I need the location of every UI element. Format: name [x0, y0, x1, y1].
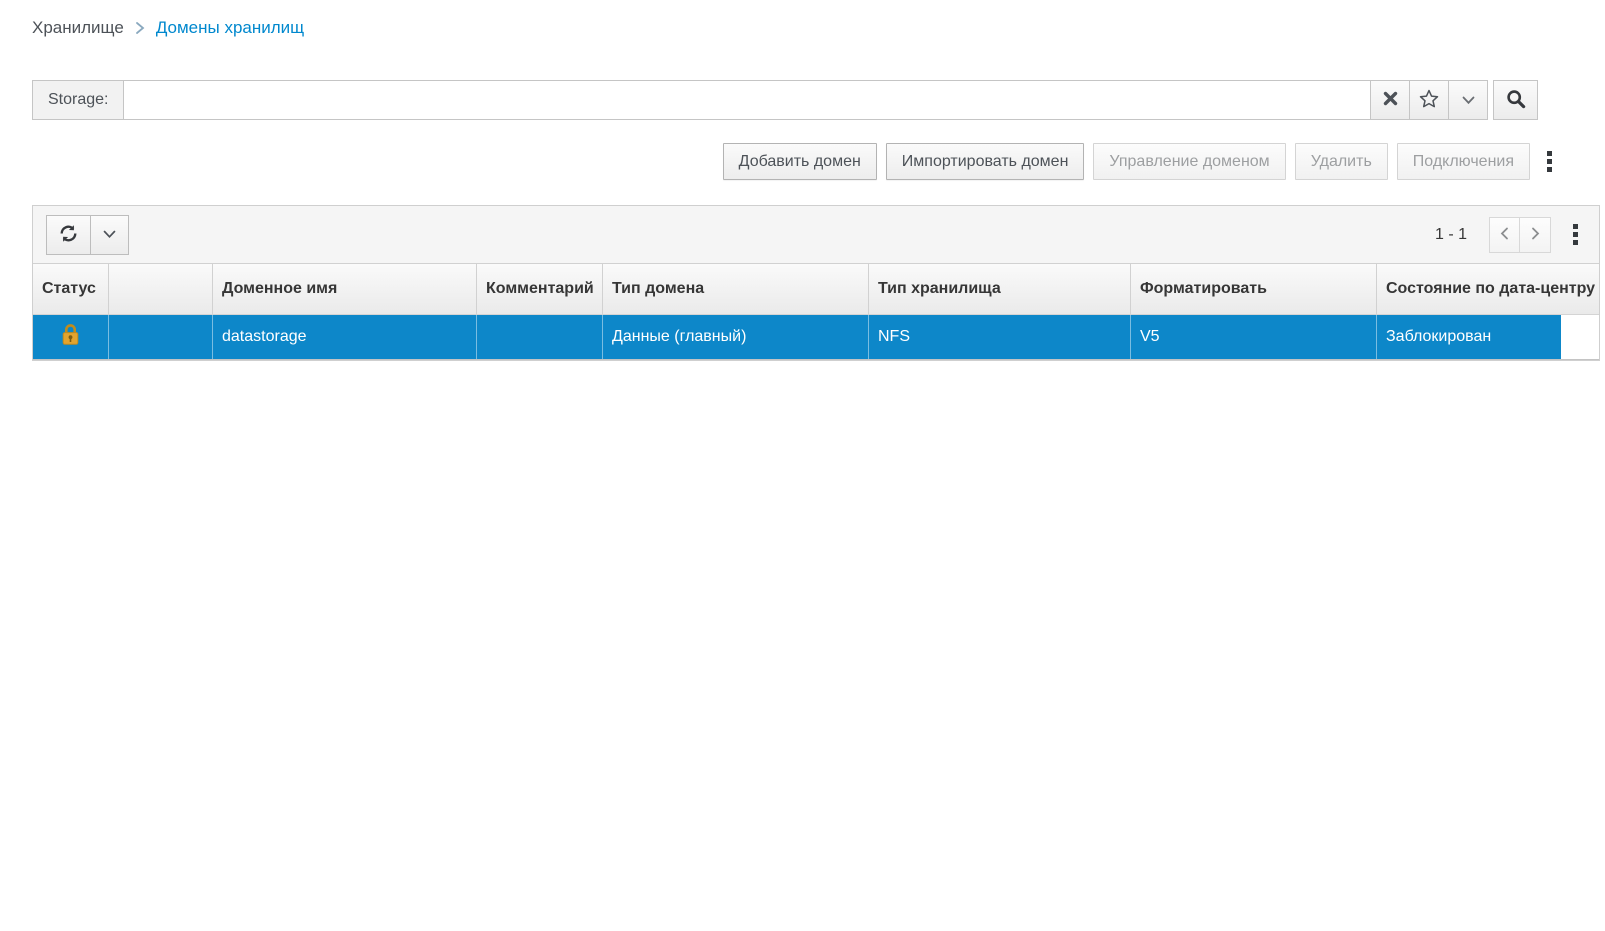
actions-kebab-menu[interactable]: [1539, 147, 1560, 176]
type-icon-cell: [109, 315, 213, 359]
remove-domain-button: Удалить: [1295, 143, 1388, 180]
grid-kebab-menu[interactable]: [1565, 220, 1586, 249]
breadcrumb: Хранилище Домены хранилищ: [32, 0, 1605, 38]
x-icon: [1383, 91, 1398, 109]
prev-page-button[interactable]: [1489, 217, 1520, 253]
chevron-right-icon: [1531, 227, 1540, 243]
search-dropdown-button[interactable]: [1449, 80, 1488, 120]
column-header-type-icon[interactable]: [109, 264, 213, 314]
magnifier-icon: [1506, 89, 1526, 112]
pagination-controls: 1 - 1: [1435, 217, 1586, 253]
clear-search-button[interactable]: [1371, 80, 1410, 120]
column-header-storage-type[interactable]: Тип хранилища: [869, 264, 1131, 314]
refresh-icon: [59, 224, 78, 246]
column-header-status[interactable]: Статус: [33, 264, 109, 314]
comment-cell: [477, 315, 603, 359]
bookmark-search-button[interactable]: [1410, 80, 1449, 120]
search-button[interactable]: [1493, 80, 1538, 120]
column-header-domain-type[interactable]: Тип домена: [603, 264, 869, 314]
add-domain-button[interactable]: Добавить домен: [723, 143, 877, 180]
refresh-dropdown-button[interactable]: [91, 215, 129, 255]
kebab-menu-icon: [1547, 151, 1552, 156]
search-bar: Storage:: [32, 80, 1538, 120]
storage-domains-grid: 1 - 1 Статус Доменное и: [32, 205, 1600, 361]
domain-actions-toolbar: Добавить домен Импортировать домен Управ…: [32, 143, 1600, 180]
next-page-button[interactable]: [1520, 217, 1551, 253]
chevron-down-icon: [1462, 93, 1475, 108]
connections-button: Подключения: [1397, 143, 1530, 180]
row-scrollbar-gutter: [1561, 315, 1599, 359]
chevron-left-icon: [1500, 227, 1509, 243]
column-header-state[interactable]: Состояние по дата-центру: [1377, 264, 1599, 314]
storage-domains-page: Хранилище Домены хранилищ Storage:: [0, 0, 1605, 361]
grid-toolbar: 1 - 1: [33, 206, 1599, 264]
chevron-right-icon: [135, 21, 145, 35]
column-header-comment[interactable]: Комментарий: [477, 264, 603, 314]
state-cell: Заблокирован: [1377, 315, 1561, 359]
chevron-down-icon: [103, 227, 116, 242]
search-scope-label: Storage:: [32, 80, 124, 120]
star-icon: [1419, 89, 1439, 111]
domain-type-cell: Данные (главный): [603, 315, 869, 359]
column-header-format[interactable]: Форматировать: [1131, 264, 1377, 314]
breadcrumb-current[interactable]: Домены хранилищ: [156, 18, 304, 38]
status-cell: [33, 315, 109, 359]
breadcrumb-parent[interactable]: Хранилище: [32, 18, 124, 38]
storage-type-cell: NFS: [869, 315, 1131, 359]
format-cell: V5: [1131, 315, 1377, 359]
table-header: Статус Доменное имя Комментарий Тип доме…: [33, 264, 1599, 315]
import-domain-button[interactable]: Импортировать домен: [886, 143, 1085, 180]
column-header-domain-name[interactable]: Доменное имя: [213, 264, 477, 314]
lock-icon: [60, 323, 81, 351]
search-input[interactable]: [124, 80, 1371, 120]
kebab-menu-icon: [1573, 224, 1578, 229]
item-counter: 1 - 1: [1435, 226, 1467, 244]
refresh-button[interactable]: [46, 215, 91, 255]
manage-domain-button: Управление доменом: [1093, 143, 1285, 180]
domain-name-cell: datastorage: [213, 315, 477, 359]
table-row[interactable]: datastorage Данные (главный) NFS V5 Забл…: [33, 315, 1599, 360]
